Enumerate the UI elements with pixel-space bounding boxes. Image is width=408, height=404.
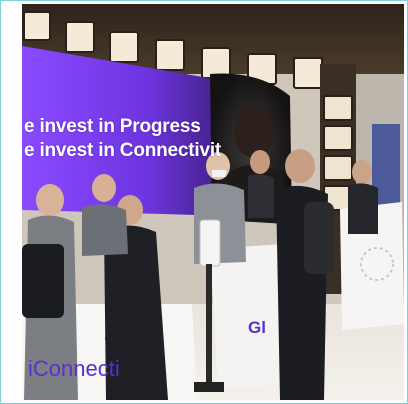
screen-slogan-line-1: e invest in Progress <box>24 116 201 137</box>
event-scene <box>22 4 404 400</box>
event-photo: e invest in Progress e invest in Connect… <box>22 4 404 400</box>
counter-brand-text: iConnecti <box>28 356 120 381</box>
side-counter-text: Gl <box>248 318 266 337</box>
screen-slogan-line-2: e invest in Connectivit <box>24 140 222 161</box>
